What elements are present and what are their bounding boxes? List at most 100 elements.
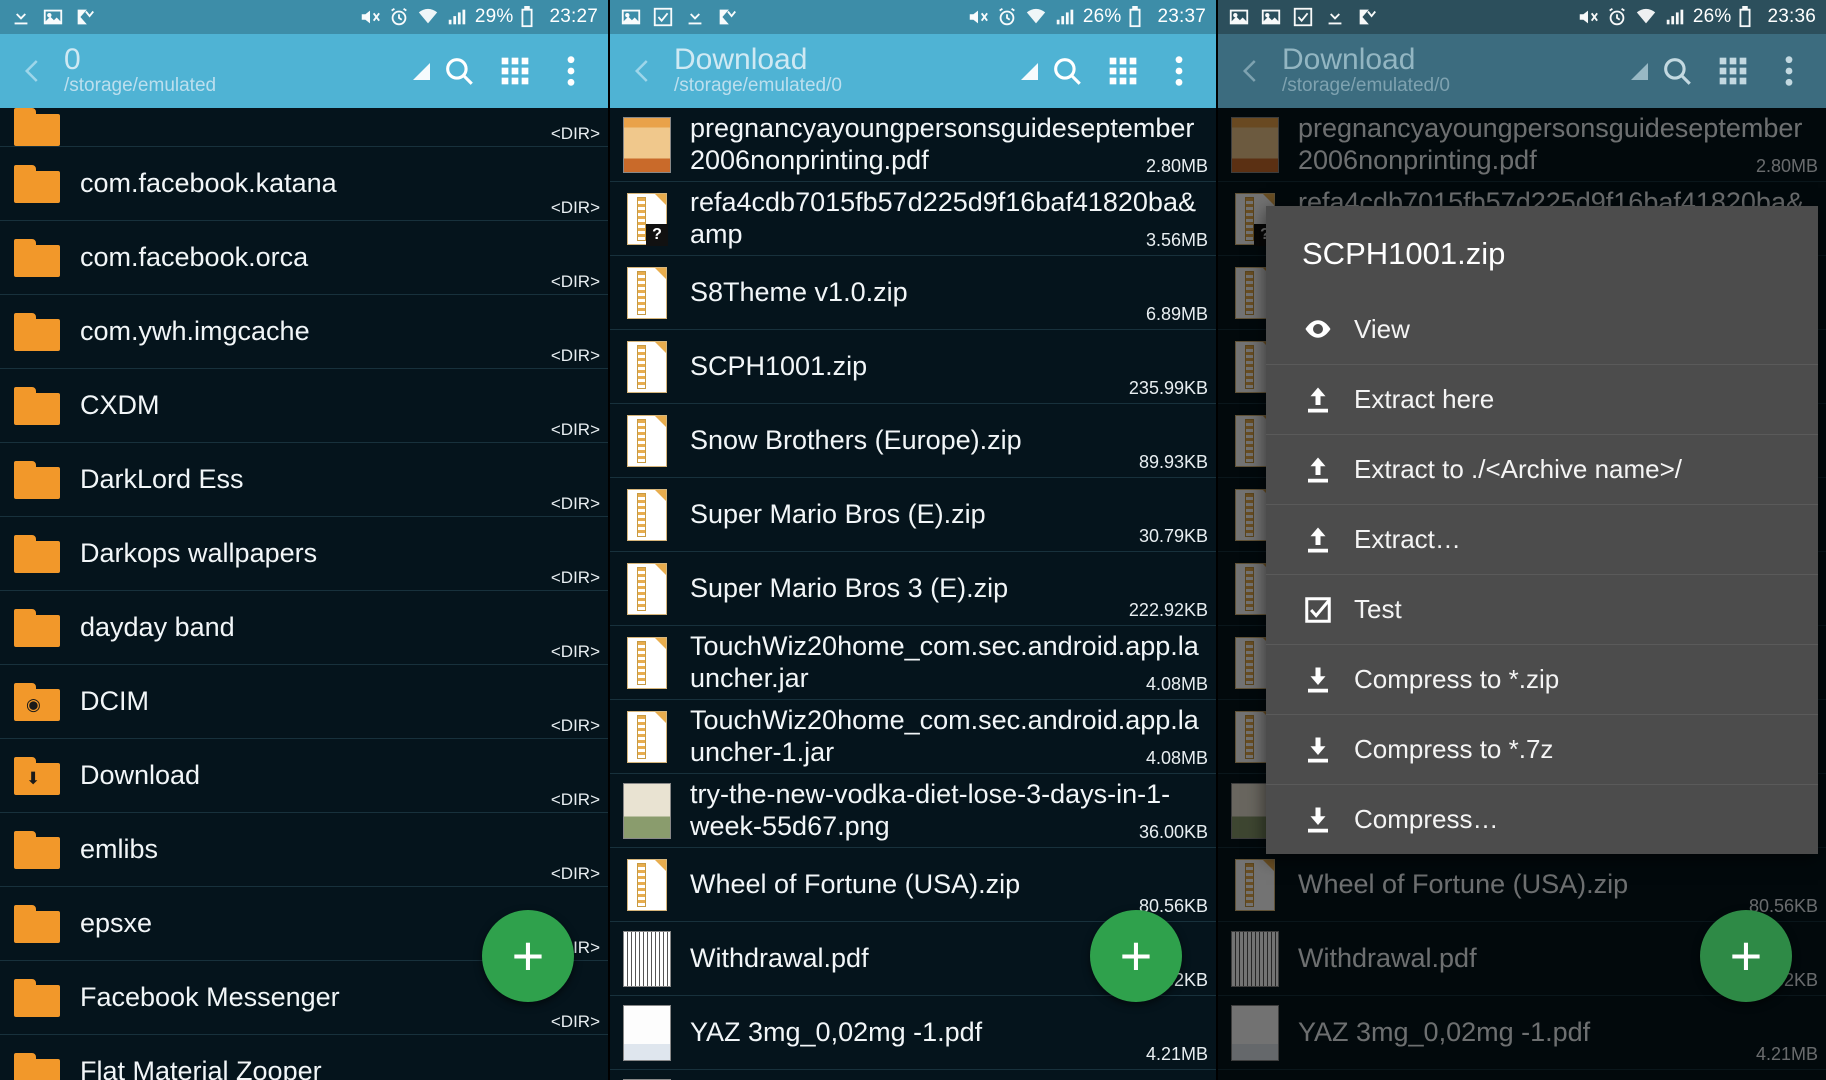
context-menu-item[interactable]: Extract… bbox=[1266, 504, 1818, 574]
file-icon-cell bbox=[6, 979, 68, 1017]
grid-icon[interactable] bbox=[1106, 54, 1140, 88]
back-icon[interactable] bbox=[1226, 54, 1276, 88]
back-icon[interactable] bbox=[618, 54, 668, 88]
file-list-row[interactable]: com.facebook.orca<DIR> bbox=[0, 221, 608, 295]
checkbox-icon bbox=[652, 6, 674, 28]
action-bar-icons bbox=[1660, 54, 1818, 88]
context-menu-item[interactable]: Compress… bbox=[1266, 784, 1818, 854]
context-menu-item[interactable]: Compress to *.zip bbox=[1266, 644, 1818, 714]
file-list-row[interactable]: emlibs<DIR> bbox=[0, 813, 608, 887]
file-list-row[interactable] bbox=[610, 1070, 1216, 1080]
file-name: DCIM bbox=[68, 686, 602, 718]
path-title-block[interactable]: Download /storage/emulated/0 bbox=[668, 44, 1021, 98]
overflow-menu-icon[interactable] bbox=[554, 54, 588, 88]
file-icon-cell bbox=[616, 711, 678, 763]
path-title-block[interactable]: 0 /storage/emulated bbox=[58, 44, 413, 98]
context-menu-item[interactable]: Compress to *.7z bbox=[1266, 714, 1818, 784]
status-bar: 26% 23:36 bbox=[1218, 0, 1826, 34]
clock-time: 23:37 bbox=[1157, 6, 1206, 28]
file-list-row[interactable]: <DIR> bbox=[0, 108, 608, 147]
context-menu-item-label: Extract… bbox=[1346, 524, 1461, 555]
dir-label: <DIR> bbox=[551, 642, 600, 662]
file-list-row[interactable]: com.facebook.katana<DIR> bbox=[0, 147, 608, 221]
file-list-row[interactable]: dayday band<DIR> bbox=[0, 591, 608, 665]
file-list-row[interactable]: DarkLord Ess<DIR> bbox=[0, 443, 608, 517]
overflow-menu-icon[interactable] bbox=[1162, 54, 1196, 88]
battery-icon bbox=[1738, 6, 1760, 28]
dir-label: <DIR> bbox=[551, 272, 600, 292]
file-list-row[interactable]: try-the-new-vodka-diet-lose-3-days-in-1-… bbox=[610, 774, 1216, 848]
context-menu-item[interactable]: Extract here bbox=[1266, 364, 1818, 434]
compress-down-icon bbox=[1290, 805, 1346, 835]
file-list-row[interactable]: ◉DCIM<DIR> bbox=[0, 665, 608, 739]
file-list-row[interactable]: CXDM<DIR> bbox=[0, 369, 608, 443]
file-icon-cell bbox=[616, 1005, 678, 1061]
corner-triangle-icon bbox=[1631, 63, 1648, 80]
file-list-row[interactable]: TouchWiz20home_com.sec.android.app.launc… bbox=[610, 626, 1216, 700]
grid-icon[interactable] bbox=[1716, 54, 1750, 88]
file-size-label: 2.80MB bbox=[1146, 156, 1208, 177]
search-icon[interactable] bbox=[442, 54, 476, 88]
file-list-row[interactable]: Flat Material Zooper bbox=[0, 1035, 608, 1080]
page-title: Download bbox=[1282, 44, 1631, 76]
extract-up-icon bbox=[1290, 525, 1346, 555]
context-menu-item-label: Compress… bbox=[1346, 804, 1498, 835]
search-icon[interactable] bbox=[1660, 54, 1694, 88]
file-icon-cell bbox=[6, 461, 68, 499]
file-icon-cell bbox=[6, 108, 68, 146]
wifi-icon bbox=[417, 6, 439, 28]
file-icon-cell bbox=[6, 609, 68, 647]
context-menu-item[interactable]: Test bbox=[1266, 574, 1818, 644]
file-list-row[interactable]: S8Theme v1.0.zip6.89MB bbox=[610, 256, 1216, 330]
checkbox-icon bbox=[716, 6, 738, 28]
checkbox-icon bbox=[74, 6, 96, 28]
download-icon bbox=[684, 6, 706, 28]
image-icon bbox=[620, 6, 642, 28]
folder-download-icon: ⬇ bbox=[14, 757, 60, 795]
search-icon[interactable] bbox=[1050, 54, 1084, 88]
context-menu-item[interactable]: Extract to ./<Archive name>/ bbox=[1266, 434, 1818, 504]
panel-download-folder: 26% 23:37 Download /storage/emulated/0 bbox=[608, 0, 1216, 1080]
action-bar: Download /storage/emulated/0 bbox=[610, 34, 1216, 108]
file-name: TouchWiz20home_com.sec.android.app.launc… bbox=[678, 705, 1210, 769]
file-list-row[interactable]: YAZ 3mg_0,02mg -1.pdf4.21MB bbox=[610, 996, 1216, 1070]
add-button[interactable]: + bbox=[482, 910, 574, 1002]
context-menu-item-label: Test bbox=[1346, 594, 1402, 625]
file-list-row[interactable]: ⬇Download<DIR> bbox=[0, 739, 608, 813]
dir-label: <DIR> bbox=[551, 568, 600, 588]
file-list-row[interactable]: Darkops wallpapers<DIR> bbox=[0, 517, 608, 591]
file-list-row[interactable]: Super Mario Bros (E).zip30.79KB bbox=[610, 478, 1216, 552]
corner-triangle-icon bbox=[413, 63, 430, 80]
dir-label: <DIR> bbox=[551, 864, 600, 884]
file-list-row[interactable]: Snow Brothers (Europe).zip89.93KB bbox=[610, 404, 1216, 478]
path-title-block[interactable]: Download /storage/emulated/0 bbox=[1276, 44, 1631, 98]
file-list-row[interactable]: pregnancyayoungpersonsguideseptember2006… bbox=[610, 108, 1216, 182]
zip-file-icon bbox=[627, 415, 667, 467]
context-menu-item[interactable]: View bbox=[1266, 294, 1818, 364]
file-list-row[interactable]: TouchWiz20home_com.sec.android.app.launc… bbox=[610, 700, 1216, 774]
file-list-row[interactable]: SCPH1001.zip235.99KB bbox=[610, 330, 1216, 404]
back-icon[interactable] bbox=[8, 54, 58, 88]
status-notification-icons bbox=[620, 6, 738, 28]
panel-file-browser-root: 29% 23:27 0 /storage/emulated bbox=[0, 0, 608, 1080]
zip-file-icon bbox=[627, 489, 667, 541]
context-menu[interactable]: SCPH1001.zip ViewExtract hereExtract to … bbox=[1266, 206, 1818, 854]
grid-icon[interactable] bbox=[498, 54, 532, 88]
folder-icon bbox=[14, 165, 60, 203]
battery-icon bbox=[520, 6, 542, 28]
add-button[interactable]: + bbox=[1090, 910, 1182, 1002]
dir-label: <DIR> bbox=[551, 494, 600, 514]
file-icon-cell bbox=[6, 165, 68, 203]
add-button[interactable]: + bbox=[1700, 910, 1792, 1002]
folder-icon bbox=[14, 387, 60, 425]
file-name: com.facebook.katana bbox=[68, 168, 602, 200]
file-name: TouchWiz20home_com.sec.android.app.launc… bbox=[678, 631, 1210, 695]
file-list-row[interactable]: ?refa4cdb7015fb57d225d9f16baf41820ba&amp… bbox=[610, 182, 1216, 256]
file-list-row[interactable]: com.ywh.imgcache<DIR> bbox=[0, 295, 608, 369]
file-list-row[interactable]: Super Mario Bros 3 (E).zip222.92KB bbox=[610, 552, 1216, 626]
file-name: Flat Material Zooper bbox=[68, 1056, 602, 1080]
file-icon-cell bbox=[616, 117, 678, 173]
file-icon-cell bbox=[6, 387, 68, 425]
overflow-menu-icon[interactable] bbox=[1772, 54, 1806, 88]
file-size-label: 6.89MB bbox=[1146, 304, 1208, 325]
